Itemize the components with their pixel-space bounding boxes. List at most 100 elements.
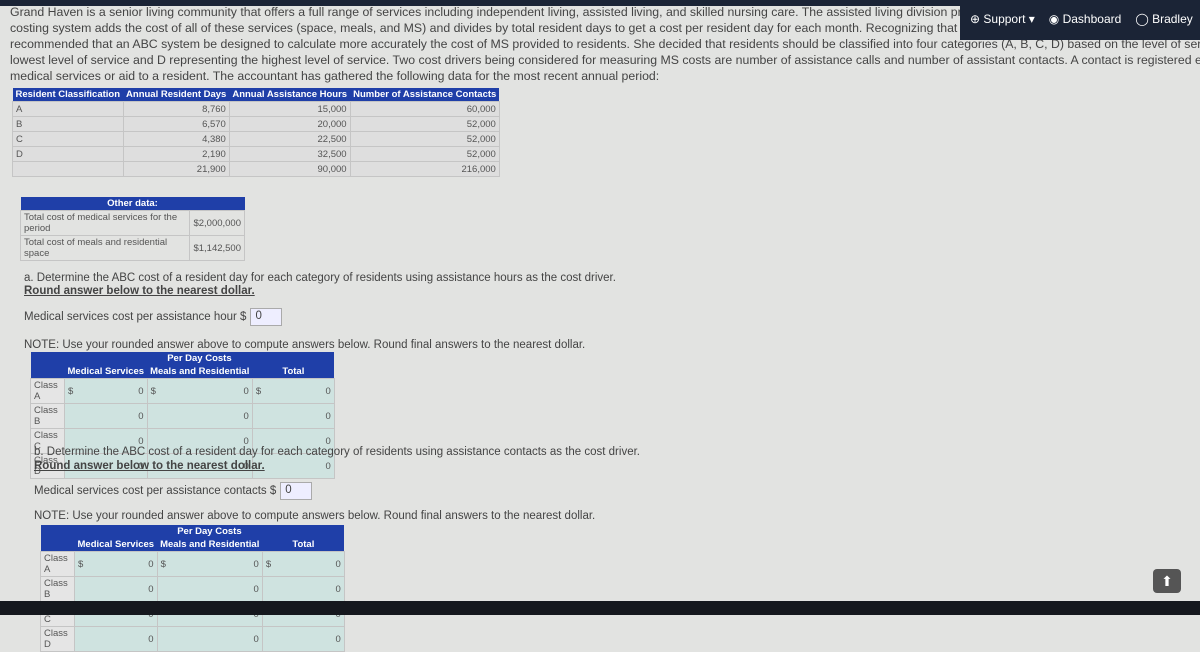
table-row: C 4,380 22,500 52,000 [12, 131, 500, 147]
user-menu[interactable]: ◯ Bradley [1135, 12, 1192, 40]
per-day-input[interactable]: $0 [251, 378, 335, 404]
table-cell: 90,000 [228, 161, 351, 177]
table-cell: 216,000 [349, 161, 500, 177]
table-cell: 4,380 [122, 131, 230, 147]
taskbar [0, 601, 1200, 615]
other-label: Total cost of medical services for the p… [19, 210, 191, 236]
per-day-input[interactable]: 0 [156, 626, 263, 652]
part-a-label: Medical services cost per assistance hou… [24, 311, 247, 324]
col-header: Medical Services [64, 365, 148, 379]
table-cell: 60,000 [349, 101, 500, 117]
table-cell: C [12, 131, 124, 147]
scroll-to-top-button[interactable]: ⬆ [1153, 569, 1181, 593]
per-day-input[interactable]: $0 [74, 551, 158, 577]
cell-value: 0 [335, 583, 341, 595]
currency-symbol: $ [68, 385, 74, 397]
other-label: Total cost of meals and residential spac… [19, 235, 191, 261]
table-cell: 21,900 [122, 161, 230, 177]
per-day-input[interactable]: 0 [251, 403, 335, 429]
col-header: Resident Classification [12, 88, 124, 102]
cell-value: 0 [243, 410, 249, 422]
other-data-title: Other data: [20, 197, 245, 211]
cell-value: 0 [138, 435, 144, 447]
table-cell: 8,760 [122, 101, 230, 117]
col-header: Meals and Residential [157, 538, 263, 552]
col-header: Annual Resident Days [123, 88, 230, 102]
table-cell: 20,000 [228, 116, 351, 132]
table-cell: B [12, 116, 124, 132]
table-cell [12, 161, 124, 177]
currency-symbol: $ [78, 558, 84, 570]
col-header: Total [262, 538, 345, 552]
cell-value: 0 [253, 633, 259, 645]
table-cell: 6,570 [122, 116, 230, 132]
part-b-per-day-table: Per Day Costs Medical Services Meals and R… [40, 525, 345, 652]
per-day-input[interactable]: $0 [261, 551, 345, 577]
table-row: 21,900 90,000 216,000 [12, 161, 500, 177]
col-header: Medical Services [74, 538, 158, 552]
cell-value: 0 [138, 385, 144, 397]
top-nav: ⊕ Support ▾ ◉ Dashboard ◯ Bradley [960, 0, 1200, 40]
currency-symbol: $ [160, 558, 166, 570]
per-day-input[interactable]: 0 [156, 576, 263, 602]
blank-header [40, 538, 75, 552]
table-row: Class B 0 0 0 [40, 576, 345, 602]
part-b-question: b. Determine the ABC cost of a resident … [34, 446, 640, 458]
arrow-up-icon: ⬆ [1161, 573, 1173, 589]
class-label: Class B [40, 576, 75, 602]
class-label: Class A [40, 551, 75, 577]
blank-header [30, 365, 65, 379]
table-cell: 2,190 [122, 146, 230, 162]
per-day-input[interactable]: $0 [156, 551, 263, 577]
class-label: Class B [30, 403, 65, 429]
cell-value: 0 [138, 410, 144, 422]
table-cell: 52,000 [349, 116, 500, 132]
per-day-input[interactable]: 0 [74, 626, 158, 652]
other-value: $2,000,000 [189, 210, 245, 236]
other-value: $1,142,500 [189, 235, 245, 261]
cell-value: 0 [253, 558, 259, 570]
cell-value: 0 [335, 558, 341, 570]
problem-line: lowest level of service and D representi… [10, 53, 1200, 67]
per-day-input[interactable]: 0 [74, 576, 158, 602]
table-cell: 15,000 [228, 101, 351, 117]
per-day-input[interactable]: $0 [64, 378, 148, 404]
per-day-input[interactable]: 0 [64, 403, 148, 429]
user-label: Bradley [1152, 12, 1193, 26]
support-menu[interactable]: ⊕ Support ▾ [970, 12, 1035, 40]
cell-value: 0 [325, 410, 331, 422]
part-b-round-note: Round answer below to the nearest dollar… [34, 460, 265, 472]
blank-header [40, 525, 75, 538]
table-cell: D [12, 146, 124, 162]
table-cell: 52,000 [349, 131, 500, 147]
col-header: Total [252, 365, 335, 379]
support-label: Support [983, 12, 1026, 26]
currency-symbol: $ [265, 558, 272, 570]
table-cell: 32,500 [228, 146, 351, 162]
part-a-cost-input[interactable]: 0 [250, 308, 283, 326]
table-cell: 52,000 [349, 146, 500, 162]
per-day-input[interactable]: 0 [261, 626, 345, 652]
part-a-note: NOTE: Use your rounded answer above to c… [24, 339, 586, 351]
table-row: Class D 0 0 0 [40, 626, 345, 652]
col-header: Annual Assistance Hours [229, 88, 351, 102]
table-cell: A [12, 101, 124, 117]
col-header: Number of Assistance Contacts [350, 88, 500, 102]
per-day-input[interactable]: $0 [146, 378, 253, 404]
per-day-input[interactable]: 0 [261, 576, 345, 602]
cell-value: 0 [325, 435, 331, 447]
cell-value: 0 [148, 583, 154, 595]
part-b-note: NOTE: Use your rounded answer above to c… [34, 510, 596, 522]
part-a-question: a. Determine the ABC cost of a resident … [24, 272, 616, 284]
part-b-cost-input[interactable]: 0 [280, 482, 313, 500]
cell-value: 0 [253, 583, 259, 595]
part-a-round-note: Round answer below to the nearest dollar… [24, 285, 255, 297]
dashboard-link[interactable]: ◉ Dashboard [1049, 12, 1122, 40]
table-row: D 2,190 32,500 52,000 [12, 146, 500, 162]
col-header: Meals and Residential [147, 365, 253, 379]
per-day-input[interactable]: 0 [146, 403, 253, 429]
cell-value: 0 [243, 385, 249, 397]
per-day-title: Per Day Costs [74, 525, 345, 538]
class-label: Class A [30, 378, 65, 404]
cell-value: 0 [148, 633, 154, 645]
